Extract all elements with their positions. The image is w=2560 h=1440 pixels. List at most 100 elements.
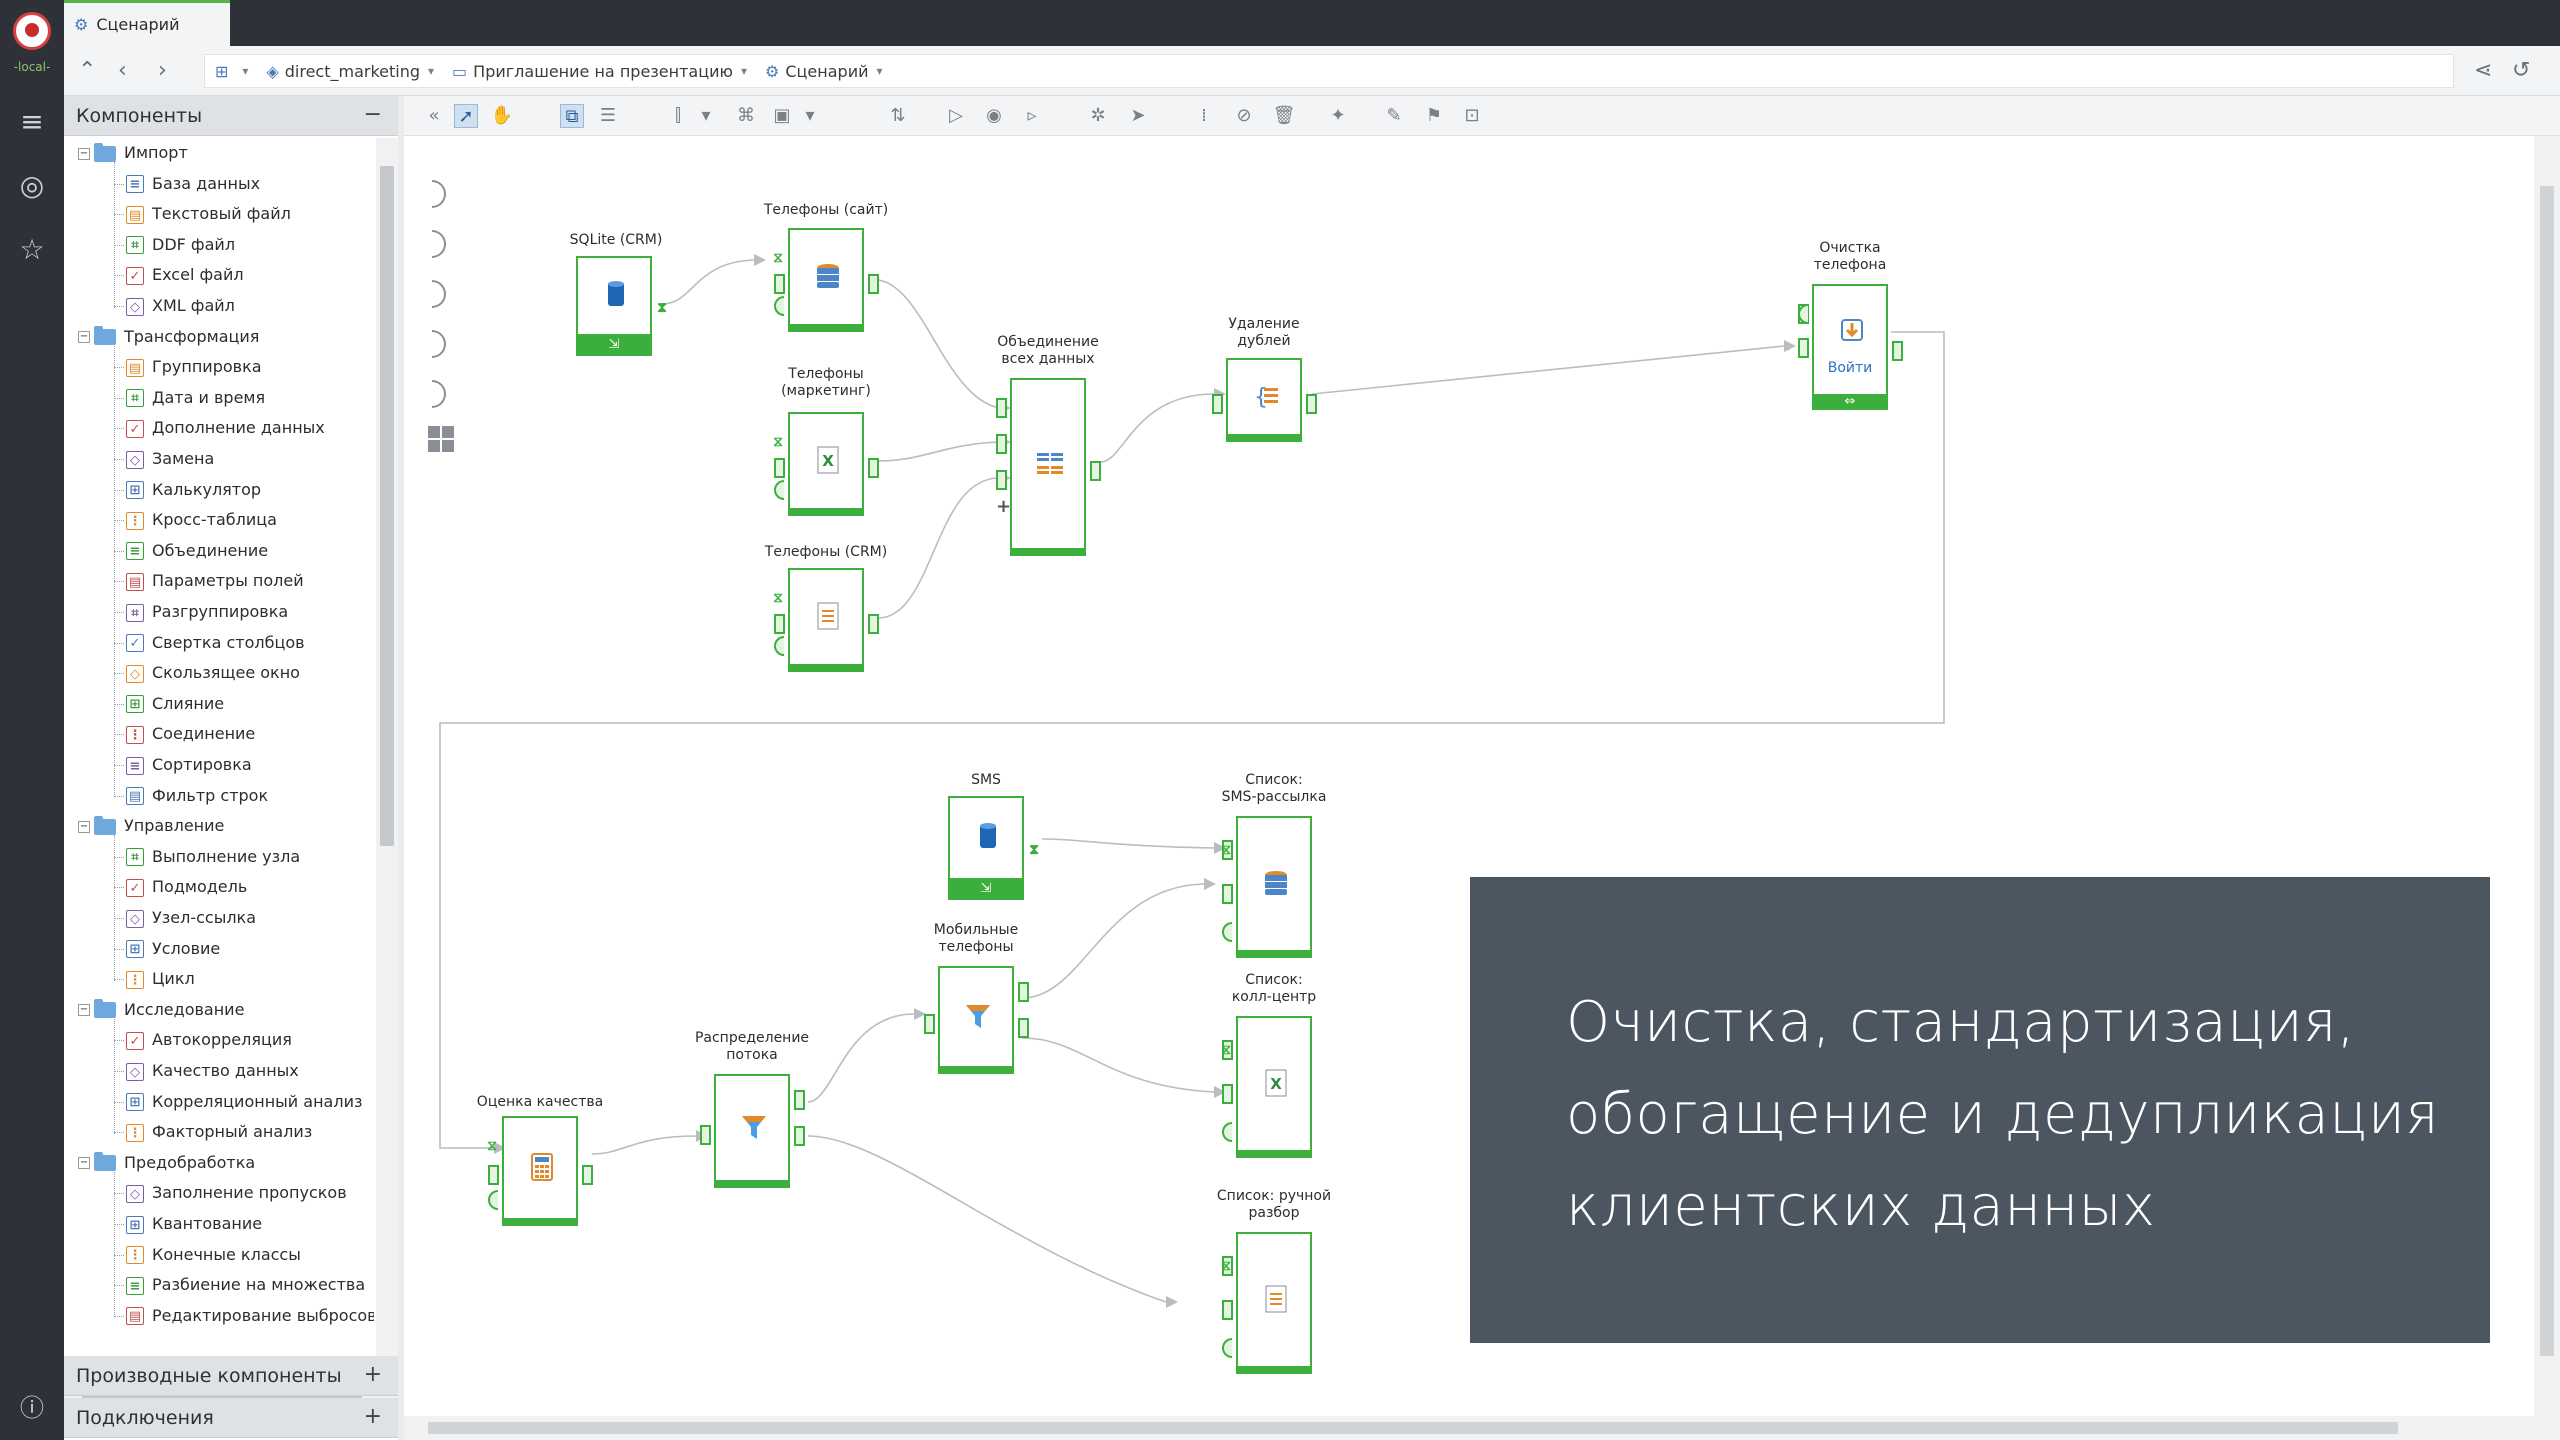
- tree-component[interactable]: ⊞ Слияние: [126, 689, 224, 719]
- compass-icon[interactable]: ◎: [16, 170, 48, 202]
- add-icon[interactable]: +: [364, 1362, 382, 1387]
- tree-component[interactable]: ⋮ Соединение: [126, 719, 255, 749]
- tree-component[interactable]: ◇ Качество данных: [126, 1056, 299, 1086]
- back-button[interactable]: ‹: [118, 58, 127, 84]
- align-icon[interactable]: ⫿: [666, 104, 690, 128]
- up-button[interactable]: ⌃: [78, 58, 96, 84]
- tree-folder[interactable]: − Предобработка: [78, 1148, 255, 1178]
- app-logo[interactable]: [13, 12, 51, 50]
- tree-component[interactable]: ✓ Excel файл: [126, 260, 244, 290]
- workflow-node-list-sms[interactable]: [1236, 816, 1312, 958]
- tree-component[interactable]: ◇ XML файл: [126, 291, 235, 321]
- list-icon[interactable]: ☰: [596, 104, 620, 128]
- collapse-toggle-icon[interactable]: −: [78, 331, 90, 344]
- output-port[interactable]: [794, 1126, 805, 1146]
- workflow-node-merge-all[interactable]: [1010, 378, 1086, 556]
- enter-bar[interactable]: ⇔: [1812, 394, 1888, 410]
- output-port[interactable]: [1090, 461, 1101, 481]
- tree-component[interactable]: ⊞ Условие: [126, 934, 220, 964]
- input-port[interactable]: [996, 470, 1007, 490]
- output-port[interactable]: [868, 274, 879, 294]
- tree-component[interactable]: ◇ Скользящее окно: [126, 658, 300, 688]
- tree-component[interactable]: ⊞ Калькулятор: [126, 475, 261, 505]
- enter-link[interactable]: Войти: [1814, 360, 1886, 376]
- tree-component[interactable]: ≡ Разбиение на множества: [126, 1270, 365, 1300]
- tree-component[interactable]: ⌗ Выполнение узла: [126, 842, 300, 872]
- tree-folder[interactable]: − Управление: [78, 811, 224, 841]
- tree-component[interactable]: ⊞ Квантование: [126, 1209, 262, 1239]
- settings-icon[interactable]: ✲: [1086, 104, 1110, 128]
- link-icon[interactable]: ⊘: [1232, 104, 1256, 128]
- tree-folder[interactable]: − Импорт: [78, 138, 188, 168]
- input-port[interactable]: [1222, 1300, 1233, 1320]
- output-port[interactable]: [868, 458, 879, 478]
- input-connector-icon[interactable]: ⧖: [772, 248, 784, 268]
- tree-component[interactable]: ▤ Текстовый файл: [126, 199, 291, 229]
- tree-component[interactable]: ◇ Узел-ссылка: [126, 903, 256, 933]
- ports-icon[interactable]: ⁞: [1192, 104, 1216, 128]
- chevron-down-icon[interactable]: ▾: [798, 104, 822, 128]
- tree-component[interactable]: ⋮ Конечные классы: [126, 1240, 301, 1270]
- tree-component[interactable]: ≡ База данных: [126, 169, 260, 199]
- collapse-toggle-icon[interactable]: −: [78, 1157, 90, 1170]
- tree-component[interactable]: ▤ Редактирование выбросов: [126, 1301, 374, 1331]
- cursor-icon[interactable]: ➤: [1126, 104, 1150, 128]
- output-port[interactable]: [1892, 341, 1903, 361]
- workflow-node-list-manual[interactable]: [1236, 1232, 1312, 1374]
- tree-component[interactable]: ▤ Параметры полей: [126, 566, 304, 596]
- pin-icon[interactable]: ✎: [1382, 104, 1406, 128]
- pointer-tool-icon[interactable]: ➚: [454, 104, 478, 128]
- input-connector-icon[interactable]: ⧖: [772, 432, 784, 452]
- sort-icon[interactable]: ⇅: [886, 104, 910, 128]
- add-icon[interactable]: +: [364, 1404, 382, 1429]
- menu-icon[interactable]: ≡: [16, 106, 48, 138]
- source-run-bar[interactable]: ⇲: [948, 878, 1024, 900]
- flag-icon[interactable]: ⚑: [1422, 104, 1446, 128]
- run-step-icon[interactable]: ▹: [1020, 104, 1044, 128]
- input-port[interactable]: [1212, 394, 1223, 414]
- workflow-node-list-callcenter[interactable]: X: [1236, 1016, 1312, 1158]
- tree-component[interactable]: ⌗ Разгруппировка: [126, 597, 288, 627]
- canvas-hscrollbar[interactable]: [404, 1416, 2560, 1440]
- input-port[interactable]: [1222, 1084, 1233, 1104]
- scroll-thumb[interactable]: [2540, 186, 2554, 1356]
- workflow-node-sms[interactable]: ⇲: [948, 796, 1024, 900]
- output-port[interactable]: [1018, 982, 1029, 1002]
- tree-component[interactable]: ✓ Автокорреляция: [126, 1025, 292, 1055]
- tree-component[interactable]: ▤ Группировка: [126, 352, 262, 382]
- derived-components-header[interactable]: Производные компоненты +: [64, 1356, 398, 1396]
- workflow-node-mobile-phones[interactable]: [938, 966, 1014, 1074]
- input-connector-icon[interactable]: ⧖: [772, 588, 784, 608]
- chevron-down-icon[interactable]: ▾: [694, 104, 718, 128]
- input-connector-icon[interactable]: ⧖: [1220, 840, 1232, 860]
- tree-component[interactable]: ≡ Сортировка: [126, 750, 252, 780]
- breadcrumb-item[interactable]: ▭ Приглашение на презентацию ▾: [452, 62, 747, 81]
- tree-component[interactable]: ⋮ Кросс-таблица: [126, 505, 277, 535]
- tree-component[interactable]: ⌗ Дата и время: [126, 383, 265, 413]
- collapse-toggle-icon[interactable]: −: [78, 147, 90, 160]
- output-connector-icon[interactable]: ⧗: [656, 298, 668, 318]
- tree-component[interactable]: ⌗ DDF файл: [126, 230, 235, 260]
- tree-folder[interactable]: − Трансформация: [78, 322, 259, 352]
- delete-icon[interactable]: 🗑: [1272, 104, 1296, 128]
- tree-vscrollbar[interactable]: [376, 138, 398, 1388]
- output-port[interactable]: [1018, 1018, 1029, 1038]
- tree-component[interactable]: ✓ Свертка столбцов: [126, 628, 305, 658]
- magic-icon[interactable]: ✦: [1326, 104, 1350, 128]
- group-icon[interactable]: ⌘: [734, 104, 758, 128]
- refresh-icon[interactable]: ↺: [2512, 58, 2530, 83]
- scroll-thumb[interactable]: [428, 1422, 2398, 1434]
- canvas-vscrollbar[interactable]: [2534, 136, 2560, 1416]
- workflow-node-phones-marketing[interactable]: X: [788, 412, 864, 516]
- input-port[interactable]: [774, 614, 785, 634]
- workflow-node-clean-phone[interactable]: Войти ⇔: [1812, 284, 1888, 410]
- tree-component[interactable]: ≡ Объединение: [126, 536, 268, 566]
- input-connector-icon[interactable]: ⧖: [486, 1136, 498, 1156]
- breadcrumb-item[interactable]: ⚙ Сценарий ▾: [765, 62, 883, 81]
- fit-icon[interactable]: ⊡: [1460, 104, 1484, 128]
- components-header[interactable]: Компоненты −: [64, 96, 398, 136]
- star-icon[interactable]: ☆: [16, 234, 48, 266]
- layout-icon[interactable]: ⧉: [560, 104, 584, 128]
- output-port[interactable]: [868, 614, 879, 634]
- tree-folder[interactable]: − Исследование: [78, 995, 244, 1025]
